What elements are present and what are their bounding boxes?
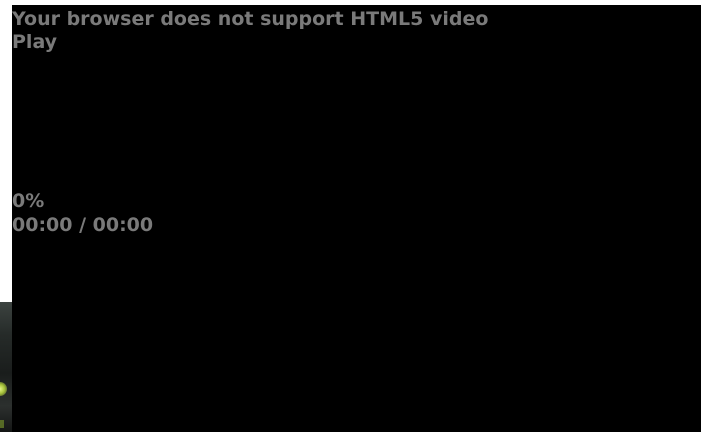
thumbnail-highlight [0,382,7,396]
page: Your browser does not support HTML5 vide… [0,0,701,432]
video-player[interactable]: Your browser does not support HTML5 vide… [12,5,701,432]
thumbnail-image [0,302,12,432]
play-button[interactable]: Play [12,31,57,53]
progress-label: 0% [12,190,45,212]
time-display: 00:00 / 00:00 [12,214,154,236]
thumbnail-highlight-small [0,420,4,428]
video-fallback-message: Your browser does not support HTML5 vide… [12,8,489,30]
